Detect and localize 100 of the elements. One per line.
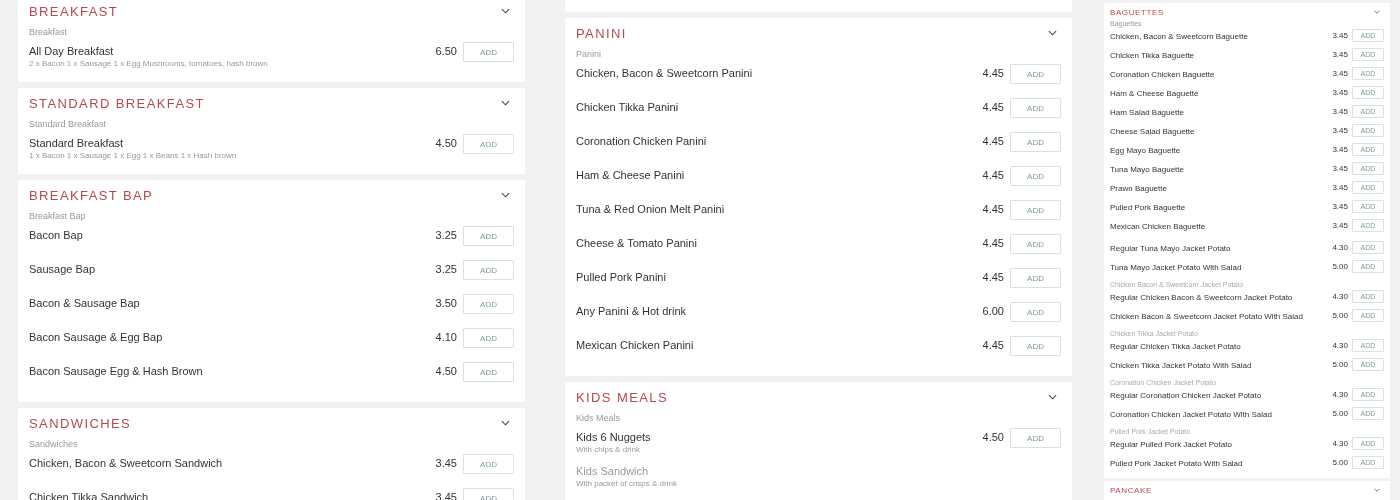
dish-price: 3.25 (435, 228, 457, 242)
add-button[interactable]: ADD (1010, 98, 1061, 118)
dish-name: Bacon & Sausage Bap (29, 296, 141, 310)
dish-name: Chicken Tikka Jacket Potato With Salad (1110, 360, 1253, 371)
add-button[interactable]: ADD (1010, 132, 1061, 152)
dish-price: 4.30 (1332, 291, 1348, 302)
dish-name: Chicken Bacon & Sweetcorn Jacket Potato With Salad (1110, 311, 1304, 322)
dish-name: Regular Chicken Bacon & Sweetcorn Jacket Potato (1110, 292, 1294, 303)
add-button[interactable]: ADD (1010, 336, 1061, 356)
chevron-icon[interactable] (501, 100, 510, 106)
dish-price: 4.50 (435, 364, 457, 378)
dish-name: Mexican Chicken Baguette (1110, 221, 1207, 232)
dish-price: 5.00 (1332, 457, 1348, 468)
dish-name: Pulled Pork Panini (576, 270, 667, 284)
dish-price: 4.45 (982, 134, 1004, 148)
section-subtitle: Panini (576, 48, 603, 61)
dish-name: Ham & Cheese Baguette (1110, 88, 1200, 99)
dish-price: 3.45 (1332, 87, 1348, 98)
section-title: BREAKFAST BAP (29, 187, 154, 203)
section-title: PANINI (576, 25, 627, 41)
dish-name: Coronation Chicken Jacket Potato With Salad (1110, 409, 1273, 420)
dish-description: 1 x Bacon 1 x Sausage 1 x Egg 1 x Beans 1 x Hash brown (29, 150, 238, 162)
add-button[interactable]: ADD (463, 134, 514, 154)
chevron-icon[interactable] (1374, 10, 1380, 14)
dish-price: 3.45 (1332, 182, 1348, 193)
dish-name: Tuna Mayo Jacket Potato With Salad (1110, 262, 1243, 273)
add-button[interactable]: ADD (463, 454, 514, 474)
dish-price: 4.45 (982, 270, 1004, 284)
dish-name: Regular Tuna Mayo Jacket Potato (1110, 243, 1232, 254)
dish-name: Ham Salad Baguette (1110, 107, 1185, 118)
dish-price: 4.50 (435, 136, 457, 150)
dish-name: Chicken Tikka Baguette (1110, 50, 1196, 61)
dish-price: 6.50 (435, 44, 457, 58)
dish-price: 3.45 (1332, 220, 1348, 231)
dish-name: Kids 6 Nuggets (576, 430, 652, 444)
dish-name: Tuna Mayo Baguette (1110, 164, 1185, 175)
chevron-icon[interactable] (1048, 394, 1057, 400)
section-subtitle: Breakfast (29, 26, 69, 39)
dish-price: 4.45 (982, 236, 1004, 250)
dish-name: Coronation Chicken Panini (576, 134, 708, 148)
dish-name: Pulled Pork Jacket Potato With Salad (1110, 458, 1244, 469)
section-title: SANDWICHES (29, 415, 132, 431)
dish-name: Cheese Salad Baguette (1110, 126, 1196, 137)
dish-name: Chicken, Bacon & Sweetcorn Sandwich (29, 456, 224, 470)
chevron-icon[interactable] (501, 192, 510, 198)
add-button[interactable]: ADD (463, 294, 514, 314)
section-title: PANCAKE (1110, 485, 1152, 495)
add-button[interactable]: ADD (1010, 200, 1061, 220)
section-subtitle: Sandwiches (29, 438, 79, 451)
dish-name: Standard Breakfast (29, 136, 125, 150)
dish-price: 4.45 (982, 66, 1004, 80)
section-subtitle: Standard Breakfast (29, 118, 108, 131)
dish-price: 3.45 (435, 456, 457, 470)
dish-name: Kids Sandwich (576, 464, 650, 478)
dish-description: With chips & drink (576, 444, 642, 456)
dish-name: All Day Breakfast (29, 44, 115, 58)
add-button[interactable]: ADD (463, 226, 514, 246)
add-button[interactable]: ADD (463, 328, 514, 348)
dish-price: 3.50 (435, 296, 457, 310)
add-button[interactable]: ADD (1010, 302, 1061, 322)
section-title: STANDARD BREAKFAST (29, 95, 205, 111)
add-button[interactable]: ADD (1010, 234, 1061, 254)
chevron-icon[interactable] (501, 8, 510, 14)
dish-name: Chicken Tikka Panini (576, 100, 680, 114)
dish-price: 3.45 (1332, 144, 1348, 155)
dish-price: 4.30 (1332, 438, 1348, 449)
add-button[interactable]: ADD (463, 260, 514, 280)
add-button[interactable]: ADD (463, 488, 514, 500)
dish-name: Bacon Bap (29, 228, 84, 242)
add-button[interactable]: ADD (463, 42, 514, 62)
section-title: KIDS MEALS (576, 389, 669, 405)
chevron-icon[interactable] (1048, 30, 1057, 36)
dish-name: Mexican Chicken Panini (576, 338, 695, 352)
add-button[interactable]: ADD (463, 362, 514, 382)
add-button[interactable]: ADD (1010, 268, 1061, 288)
dish-price: 5.00 (1332, 408, 1348, 419)
chevron-icon[interactable] (501, 420, 510, 426)
chevron-icon[interactable] (1374, 488, 1380, 492)
dish-price: 4.50 (982, 430, 1004, 444)
dish-name: Pulled Pork Baguette (1110, 202, 1187, 213)
dish-name: Chicken, Bacon & Sweetcorn Panini (576, 66, 754, 80)
dish-price: 3.45 (1332, 201, 1348, 212)
dish-name: Any Panini & Hot drink (576, 304, 688, 318)
dish-price: 6.00 (982, 304, 1004, 318)
dish-price: 3.45 (1332, 49, 1348, 60)
dish-name: Prawn Baguette (1110, 183, 1168, 194)
dish-price: 3.45 (1332, 68, 1348, 79)
dish-price: 3.45 (1332, 163, 1348, 174)
dish-name: Regular Chicken Tikka Jacket Potato (1110, 341, 1242, 352)
add-button[interactable]: ADD (1010, 64, 1061, 84)
section-subtitle: Breakfast Bap (29, 210, 87, 223)
add-button[interactable]: ADD (1010, 428, 1061, 448)
dish-price: 3.45 (1332, 125, 1348, 136)
dish-name: Cheese & Tomato Panini (576, 236, 698, 250)
dish-name: Regular Pulled Pork Jacket Potato (1110, 439, 1233, 450)
dish-price: 4.10 (435, 330, 457, 344)
section-subtitle: Kids Meals (576, 412, 621, 425)
dish-name: Chicken, Bacon & Sweetcorn Baguette (1110, 31, 1249, 42)
dish-price: 4.45 (982, 338, 1004, 352)
add-button[interactable]: ADD (1010, 166, 1061, 186)
